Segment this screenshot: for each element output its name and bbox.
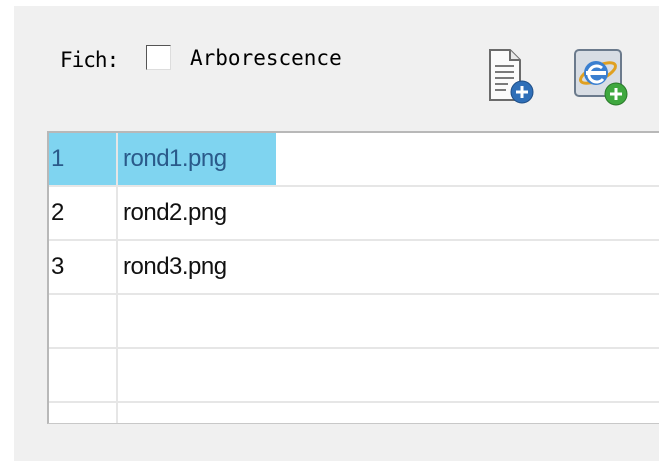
ie-add-icon — [574, 49, 628, 106]
row-number: 3 — [49, 241, 118, 293]
file-name-cell[interactable] — [118, 403, 123, 423]
add-web-button[interactable] — [572, 48, 628, 108]
row-number: 1 — [49, 133, 118, 185]
file-name-cell[interactable]: rond3.png — [118, 241, 227, 293]
row-number — [49, 349, 118, 401]
row-number: 2 — [49, 187, 118, 239]
arborescence-checkbox[interactable] — [146, 45, 171, 70]
file-name-cell[interactable] — [118, 349, 123, 401]
table-row[interactable]: 1 rond1.png — [49, 133, 659, 187]
row-number — [49, 403, 118, 423]
row-number — [49, 295, 118, 347]
file-name-cell[interactable]: rond1.png — [118, 133, 227, 185]
table-row[interactable] — [49, 349, 659, 403]
table-row[interactable] — [49, 295, 659, 349]
file-name-cell[interactable] — [118, 295, 123, 347]
table-row[interactable]: 2 rond2.png — [49, 187, 659, 241]
add-file-button[interactable] — [484, 48, 540, 108]
arborescence-label[interactable]: Arborescence — [190, 46, 342, 70]
fich-label: Fich: — [60, 48, 119, 72]
new-file-add-icon — [489, 49, 534, 104]
table-row[interactable] — [49, 403, 659, 423]
file-grid: 1 rond1.png 2 rond2.png 3 rond3.png — [47, 131, 659, 424]
file-name-cell[interactable]: rond2.png — [118, 187, 227, 239]
table-row[interactable]: 3 rond3.png — [49, 241, 659, 295]
